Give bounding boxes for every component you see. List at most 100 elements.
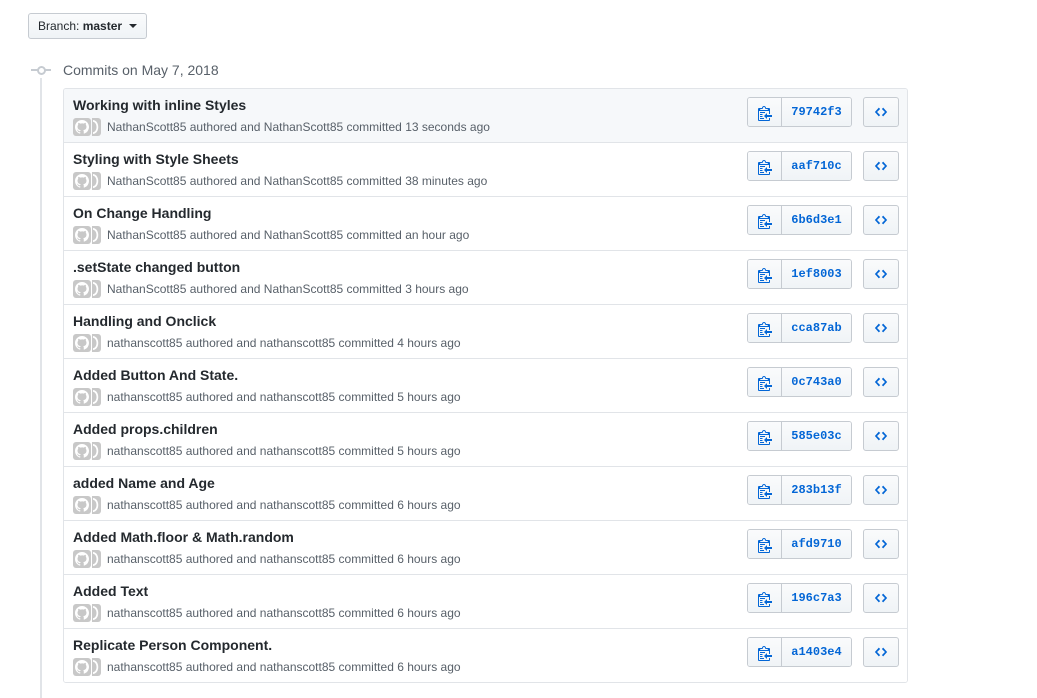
browse-repo-button[interactable] (863, 97, 899, 127)
github-octocat-avatar-icon[interactable] (73, 496, 91, 514)
committer-avatar-icon[interactable] (92, 172, 101, 190)
committer-avatar-icon[interactable] (92, 388, 101, 406)
avatar-stack[interactable] (73, 388, 101, 406)
commit-meta: NathanScott85 authored and NathanScott85… (73, 118, 490, 136)
avatar-stack[interactable] (73, 442, 101, 460)
github-octocat-avatar-icon[interactable] (73, 280, 91, 298)
copy-sha-button[interactable] (748, 422, 782, 450)
browse-repo-button[interactable] (863, 367, 899, 397)
commit-author-text: NathanScott85 authored and NathanScott85… (107, 228, 470, 242)
browse-repo-button[interactable] (863, 529, 899, 559)
caret-down-icon (129, 24, 138, 28)
copy-sha-button[interactable] (748, 98, 782, 126)
commit-title-link[interactable]: Added Math.floor & Math.random (73, 529, 294, 545)
commit-sha-link[interactable]: 196c7a3 (782, 584, 851, 612)
commit-sha-link[interactable]: afd9710 (782, 530, 851, 558)
copy-sha-button[interactable] (748, 584, 782, 612)
commit-title-link[interactable]: Replicate Person Component. (73, 637, 272, 653)
commit-sha-link[interactable]: cca87ab (782, 314, 851, 342)
github-octocat-avatar-icon[interactable] (73, 442, 91, 460)
avatar-stack[interactable] (73, 604, 101, 622)
commit-row: Handling and Onclick nathanscott85 autho… (64, 304, 907, 358)
commit-author-text: nathanscott85 authored and nathanscott85… (107, 444, 461, 458)
commit-sha-link[interactable]: 1ef8003 (782, 260, 851, 288)
commit-title-link[interactable]: Added Text (73, 583, 148, 599)
committer-avatar-icon[interactable] (92, 226, 101, 244)
github-octocat-avatar-icon[interactable] (73, 226, 91, 244)
committer-avatar-icon[interactable] (92, 118, 101, 136)
code-icon (874, 377, 888, 387)
github-octocat-avatar-icon[interactable] (73, 550, 91, 568)
commit-sha-link[interactable]: 79742f3 (782, 98, 851, 126)
commit-sha-link[interactable]: a1403e4 (782, 638, 851, 666)
avatar-stack[interactable] (73, 496, 101, 514)
browse-repo-button[interactable] (863, 151, 899, 181)
browse-repo-button[interactable] (863, 637, 899, 667)
github-octocat-avatar-icon[interactable] (73, 334, 91, 352)
avatar-stack[interactable] (73, 172, 101, 190)
commit-sha-link[interactable]: 283b13f (782, 476, 851, 504)
github-octocat-avatar-icon[interactable] (73, 118, 91, 136)
avatar-stack[interactable] (73, 658, 101, 676)
committer-avatar-icon[interactable] (92, 496, 101, 514)
github-octocat-avatar-icon[interactable] (73, 658, 91, 676)
copy-sha-button[interactable] (748, 260, 782, 288)
avatar-stack[interactable] (73, 118, 101, 136)
commit-title-link[interactable]: Styling with Style Sheets (73, 151, 239, 167)
commit-sha-link[interactable]: 585e03c (782, 422, 851, 450)
avatar-stack[interactable] (73, 334, 101, 352)
commit-title-link[interactable]: Added Button And State. (73, 367, 238, 383)
avatar-stack[interactable] (73, 280, 101, 298)
copy-sha-button[interactable] (748, 476, 782, 504)
commit-title-link[interactable]: Added props.children (73, 421, 218, 437)
sha-button-group: 283b13f (747, 475, 852, 505)
committer-avatar-icon[interactable] (92, 550, 101, 568)
commit-title-link[interactable]: .setState changed button (73, 259, 240, 275)
sha-button-group: 1ef8003 (747, 259, 852, 289)
clippy-icon (757, 322, 772, 337)
code-icon (874, 485, 888, 495)
commit-sha-link[interactable]: aaf710c (782, 152, 851, 180)
copy-sha-button[interactable] (748, 314, 782, 342)
commit-title-link[interactable]: Working with inline Styles (73, 97, 246, 113)
committer-avatar-icon[interactable] (92, 604, 101, 622)
committer-avatar-icon[interactable] (92, 658, 101, 676)
code-icon (874, 161, 888, 171)
copy-sha-button[interactable] (748, 206, 782, 234)
browse-repo-button[interactable] (863, 259, 899, 289)
commit-sha-link[interactable]: 0c743a0 (782, 368, 851, 396)
clippy-icon (757, 106, 772, 121)
commit-meta: NathanScott85 authored and NathanScott85… (73, 226, 469, 244)
browse-repo-button[interactable] (863, 475, 899, 505)
commit-author-text: NathanScott85 authored and NathanScott85… (107, 282, 469, 296)
avatar-stack[interactable] (73, 550, 101, 568)
avatar-stack[interactable] (73, 226, 101, 244)
commit-row: Working with inline Styles NathanScott85… (64, 89, 907, 142)
browse-repo-button[interactable] (863, 583, 899, 613)
commit-sha-link[interactable]: 6b6d3e1 (782, 206, 851, 234)
browse-repo-button[interactable] (863, 421, 899, 451)
timeline-line (40, 78, 42, 698)
copy-sha-button[interactable] (748, 152, 782, 180)
committer-avatar-icon[interactable] (92, 334, 101, 352)
commit-row: .setState changed button NathanScott85 a… (64, 250, 907, 304)
sha-button-group: 79742f3 (747, 97, 852, 127)
branch-select-button[interactable]: Branch: master (28, 13, 148, 39)
copy-sha-button[interactable] (748, 638, 782, 666)
github-octocat-avatar-icon[interactable] (73, 388, 91, 406)
commit-row: Styling with Style Sheets NathanScott85 … (64, 142, 907, 196)
committer-avatar-icon[interactable] (92, 442, 101, 460)
committer-avatar-icon[interactable] (92, 280, 101, 298)
commit-title-link[interactable]: added Name and Age (73, 475, 215, 491)
copy-sha-button[interactable] (748, 368, 782, 396)
commit-title-link[interactable]: Handling and Onclick (73, 313, 216, 329)
clippy-icon (757, 484, 772, 499)
sha-button-group: cca87ab (747, 313, 852, 343)
github-octocat-avatar-icon[interactable] (73, 172, 91, 190)
code-icon (874, 323, 888, 333)
browse-repo-button[interactable] (863, 313, 899, 343)
github-octocat-avatar-icon[interactable] (73, 604, 91, 622)
copy-sha-button[interactable] (748, 530, 782, 558)
commit-title-link[interactable]: On Change Handling (73, 205, 211, 221)
browse-repo-button[interactable] (863, 205, 899, 235)
